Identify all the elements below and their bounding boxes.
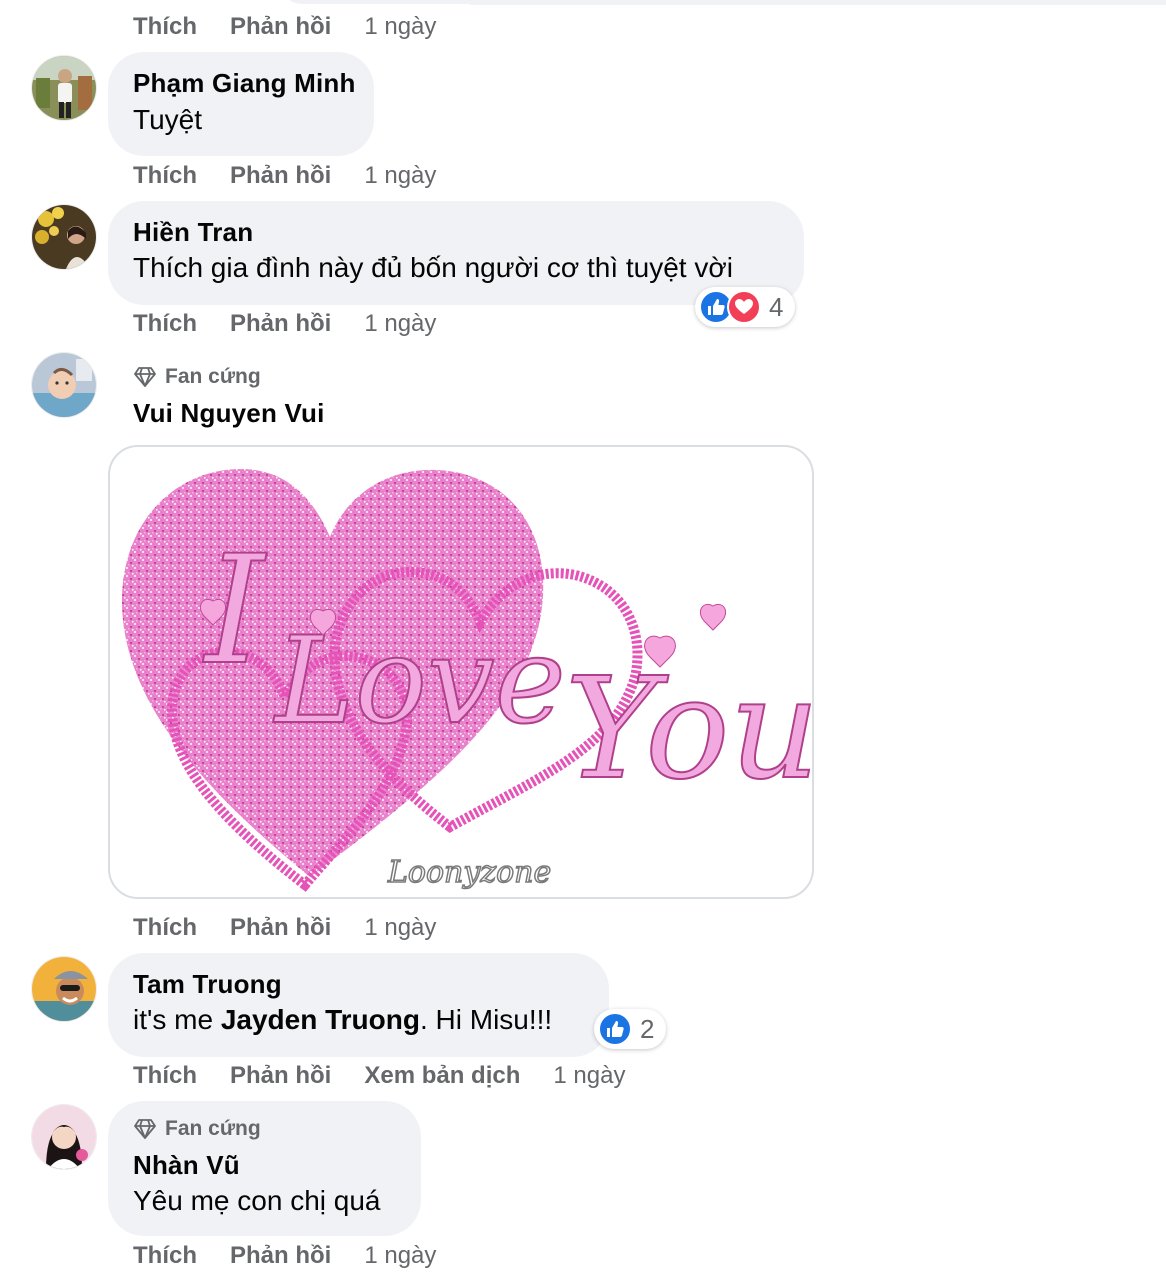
reaction-count: 4 xyxy=(769,291,784,322)
comment-author[interactable]: Phạm Giang Minh xyxy=(133,68,356,99)
comment-text: it's me Jayden Truong. Hi Misu!!! xyxy=(133,1004,552,1036)
avatar[interactable] xyxy=(32,56,96,120)
comment-actions: Thích Phản hồi 1 ngày xyxy=(133,308,436,340)
comment-text-suffix: . Hi Misu!!! xyxy=(419,1004,553,1035)
svg-text:Love: Love xyxy=(273,612,566,751)
comment-time[interactable]: 1 ngày xyxy=(553,1062,625,1090)
i-love-you-gif: I Love You Loonyzone xyxy=(121,468,812,892)
comment-time[interactable]: 1 ngày xyxy=(364,310,436,338)
comment-actions: Thích Phản hồi Xem bản dịch 1 ngày xyxy=(133,1060,625,1092)
avatar[interactable] xyxy=(32,1105,96,1169)
comment-author[interactable]: Nhàn Vũ xyxy=(133,1150,240,1181)
comment-time[interactable]: 1 ngày xyxy=(364,162,436,190)
diamond-icon xyxy=(134,367,156,387)
comment-text: Yêu mẹ con chị quá xyxy=(133,1185,381,1216)
like-button[interactable]: Thích xyxy=(133,310,197,338)
like-button[interactable]: Thích xyxy=(133,1062,197,1090)
previous-bubble-edge xyxy=(280,0,490,4)
reply-button[interactable]: Phản hồi xyxy=(230,1062,331,1090)
comment-actions: Thích Phản hồi 1 ngày xyxy=(133,1240,436,1272)
diamond-icon xyxy=(134,1119,156,1139)
svg-text:Loonyzone: Loonyzone xyxy=(387,855,551,890)
comment-text-prefix: it's me xyxy=(133,1004,221,1035)
like-button[interactable]: Thích xyxy=(133,13,197,41)
comment-actions: Thích Phản hồi 1 ngày xyxy=(133,912,436,944)
love-icon xyxy=(727,290,761,324)
comment-author[interactable]: Hiền Tran xyxy=(133,217,253,248)
comment-time[interactable]: 1 ngày xyxy=(364,914,436,942)
fan-badge[interactable]: Fan cứng xyxy=(133,1117,261,1141)
svg-text:You: You xyxy=(565,648,812,811)
reply-button[interactable]: Phản hồi xyxy=(230,1242,331,1270)
reply-button[interactable]: Phản hồi xyxy=(230,13,331,41)
avatar[interactable] xyxy=(32,957,96,1021)
like-icon xyxy=(598,1012,632,1046)
reply-button[interactable]: Phản hồi xyxy=(230,162,331,190)
see-translation-button[interactable]: Xem bản dịch xyxy=(364,1062,520,1090)
comment-author[interactable]: Tam Truong xyxy=(133,969,282,1000)
reaction-summary[interactable]: 2 xyxy=(594,1009,667,1049)
avatar[interactable] xyxy=(32,353,96,417)
comment-time[interactable]: 1 ngày xyxy=(364,13,436,41)
fan-badge-label: Fan cứng xyxy=(165,1117,261,1140)
reply-button[interactable]: Phản hồi xyxy=(230,914,331,942)
reaction-count: 2 xyxy=(640,1013,655,1044)
like-button[interactable]: Thích xyxy=(133,914,197,942)
like-button[interactable]: Thích xyxy=(133,1242,197,1270)
like-button[interactable]: Thích xyxy=(133,162,197,190)
comment-text: Tuyệt xyxy=(133,104,202,135)
comment-actions: Thích Phản hồi 1 ngày xyxy=(133,160,436,192)
comment-actions-top: Thích Phản hồi 1 ngày xyxy=(133,11,436,43)
comment-author[interactable]: Vui Nguyen Vui xyxy=(133,398,325,429)
reaction-summary[interactable]: 4 xyxy=(695,287,796,327)
mention-link[interactable]: Jayden Truong xyxy=(221,1004,420,1035)
comment-time[interactable]: 1 ngày xyxy=(364,1242,436,1270)
fan-badge[interactable]: Fan cứng xyxy=(133,365,261,389)
avatar[interactable] xyxy=(32,205,96,269)
comment-text: Thích gia đình này đủ bốn người cơ thì t… xyxy=(133,252,733,283)
reply-button[interactable]: Phản hồi xyxy=(230,310,331,338)
gif-attachment[interactable]: I Love You Loonyzone xyxy=(108,445,814,899)
fan-badge-label: Fan cứng xyxy=(165,365,261,388)
previous-comment-edge xyxy=(470,0,1166,5)
